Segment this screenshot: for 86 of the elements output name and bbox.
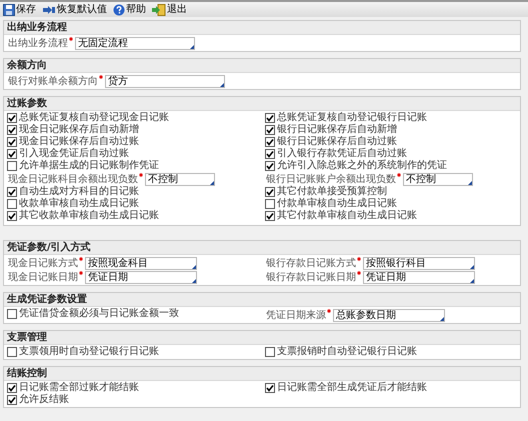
checkbox[interactable] xyxy=(265,199,275,209)
field-label: 现金日记账科目余额出现负数 xyxy=(8,172,138,186)
field-label: 现金日记账方式 xyxy=(8,256,78,270)
checkbox[interactable] xyxy=(265,383,275,393)
checkbox-label: 银行日记账保存后自动新增 xyxy=(277,124,397,136)
checkbox[interactable] xyxy=(7,199,17,209)
field-label: 银行日记账账户余额出现负数 xyxy=(266,172,396,186)
checkbox[interactable] xyxy=(7,125,17,135)
field-label: 出纳业务流程 xyxy=(8,36,68,50)
checkbox[interactable] xyxy=(265,161,275,171)
dropdown-field[interactable]: 总账参数日期 xyxy=(333,308,445,322)
checkbox-label: 允许单据生成的日记账制作凭证 xyxy=(19,160,159,172)
toolbar-button[interactable]: 退出 xyxy=(152,3,187,16)
dropdown-field[interactable]: 无固定流程 xyxy=(75,36,195,50)
section-header: 生成凭证参数设置 xyxy=(4,293,520,307)
corner-icon xyxy=(440,316,444,320)
checkbox[interactable] xyxy=(7,309,17,319)
field-label: 现金日记账日期 xyxy=(8,270,78,284)
checkbox[interactable] xyxy=(7,137,17,147)
toolbar-button[interactable]: 保存 xyxy=(3,3,36,16)
checkbox-label: 支票报销时自动登记银行日记账 xyxy=(277,346,417,358)
checkbox[interactable] xyxy=(265,347,275,357)
corner-icon xyxy=(470,264,474,268)
exit-icon xyxy=(152,4,166,16)
checkbox-label: 日记账需全部过账才能结账 xyxy=(19,382,139,394)
checkbox-label: 允许反结账 xyxy=(19,394,69,406)
checkbox[interactable] xyxy=(265,125,275,135)
checkbox-label: 总账凭证复核自动登记银行日记账 xyxy=(277,112,427,124)
checkbox[interactable] xyxy=(7,395,17,405)
dropdown-field[interactable]: 按照现金科目 xyxy=(85,256,197,270)
help-icon xyxy=(113,4,125,16)
dropdown-field[interactable]: 不控制 xyxy=(403,172,473,186)
checkbox-label: 允许引入除总账之外的系统制作的凭证 xyxy=(277,160,447,172)
section-header: 过账参数 xyxy=(4,97,520,111)
checkbox[interactable] xyxy=(7,383,17,393)
save-icon xyxy=(3,4,15,16)
checkbox-label: 其它付款单审核自动生成日记账 xyxy=(277,210,417,222)
field-label: 银行存款日记账方式 xyxy=(266,256,356,270)
checkbox[interactable] xyxy=(265,113,275,123)
checkbox[interactable] xyxy=(265,137,275,147)
checkbox-label: 日记账需全部生成凭证后才能结账 xyxy=(277,382,427,394)
dropdown-field[interactable]: 按照银行科目 xyxy=(363,256,475,270)
corner-icon xyxy=(192,264,196,268)
checkbox[interactable] xyxy=(7,149,17,159)
checkbox[interactable] xyxy=(7,211,17,221)
checkbox[interactable] xyxy=(7,187,17,197)
field-label: 凭证日期来源 xyxy=(266,308,326,322)
checkbox[interactable] xyxy=(265,211,275,221)
checkbox-label: 总账凭证复核自动登记现金日记账 xyxy=(19,112,169,124)
dropdown-field[interactable]: 凭证日期 xyxy=(363,270,475,284)
checkbox-label: 其它付款单接受预算控制 xyxy=(277,186,387,198)
checkbox-label: 凭证借贷金额必须与日记账金额一致 xyxy=(19,308,179,320)
checkbox[interactable] xyxy=(265,149,275,159)
checkbox-label: 收款单审核自动生成日记账 xyxy=(19,198,139,210)
toolbar-button[interactable]: 恢复默认值 xyxy=(42,3,107,16)
dropdown-field[interactable]: 不控制 xyxy=(145,172,215,186)
field-label: 银行对账单余额方向 xyxy=(8,74,98,88)
section-header: 出纳业务流程 xyxy=(4,21,520,35)
arrow-icon xyxy=(42,4,56,14)
checkbox-label: 现金日记账保存后自动新增 xyxy=(19,124,139,136)
corner-icon xyxy=(192,278,196,282)
dropdown-field[interactable]: 贷方 xyxy=(105,74,225,88)
checkbox-label: 自动生成对方科目的日记账 xyxy=(19,186,139,198)
corner-icon xyxy=(220,82,224,86)
corner-icon xyxy=(470,278,474,282)
section-header: 凭证参数/引入方式 xyxy=(4,241,520,255)
checkbox-label: 引入现金凭证后自动过账 xyxy=(19,148,129,160)
corner-icon xyxy=(210,180,214,184)
corner-icon xyxy=(468,180,472,184)
checkbox[interactable] xyxy=(7,347,17,357)
checkbox-label: 付款单审核自动生成日记账 xyxy=(277,198,397,210)
dropdown-field[interactable]: 凭证日期 xyxy=(85,270,197,284)
checkbox[interactable] xyxy=(7,113,17,123)
checkbox-label: 支票领用时自动登记银行日记账 xyxy=(19,346,159,358)
field-label: 银行存款日记账日期 xyxy=(266,270,356,284)
checkbox-label: 引入银行存款凭证后自动过账 xyxy=(277,148,407,160)
section-header: 结账控制 xyxy=(4,367,520,381)
section-header: 余额方向 xyxy=(4,59,520,73)
checkbox-label: 其它收款单审核自动生成日记账 xyxy=(19,210,159,222)
checkbox-label: 银行日记账保存后自动过账 xyxy=(277,136,397,148)
checkbox[interactable] xyxy=(7,161,17,171)
section-header: 支票管理 xyxy=(4,331,520,345)
corner-icon xyxy=(190,44,194,48)
checkbox-label: 现金日记账保存后自动过账 xyxy=(19,136,139,148)
toolbar-button[interactable]: 帮助 xyxy=(113,3,146,16)
checkbox[interactable] xyxy=(265,187,275,197)
